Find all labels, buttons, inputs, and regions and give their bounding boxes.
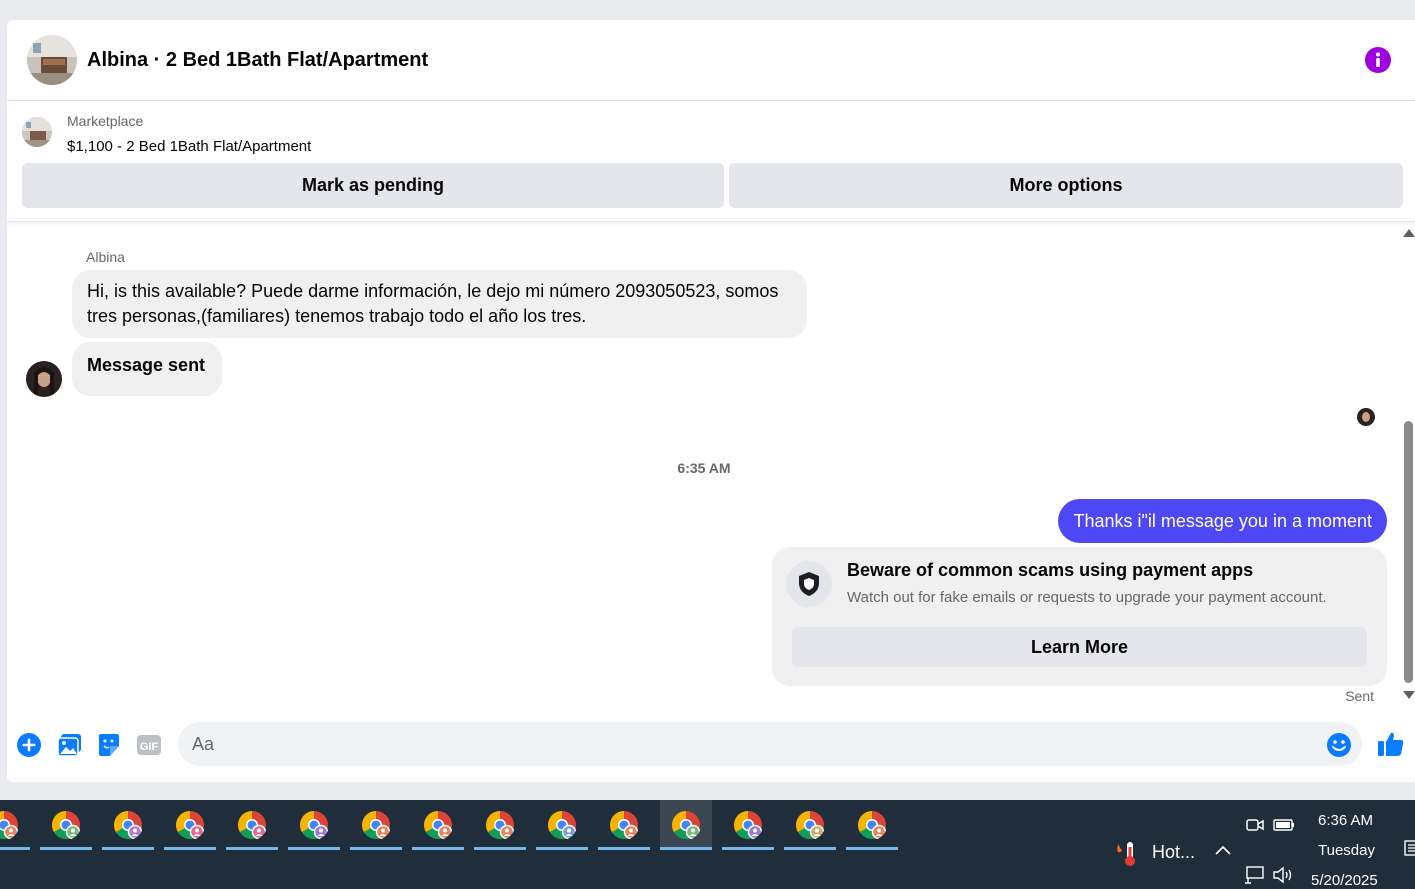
conversation-header: Albina · 2 Bed 1Bath Flat/Apartment: [7, 20, 1415, 101]
running-indicator: [784, 847, 836, 850]
network-icon[interactable]: [1244, 866, 1264, 884]
taskbar-chrome-profile-12[interactable]: [660, 800, 712, 850]
listing-thumbnail[interactable]: [22, 117, 52, 147]
running-indicator: [660, 847, 712, 850]
scam-warning-card: Beware of common scams using payment app…: [772, 547, 1387, 686]
chat-panel: Albina · 2 Bed 1Bath Flat/Apartment Mark…: [7, 20, 1415, 782]
taskbar-chrome-profile-10[interactable]: [536, 800, 588, 850]
chrome-icon: [610, 811, 639, 840]
conversation-title: Albina · 2 Bed 1Bath Flat/Apartment: [87, 49, 429, 71]
taskbar-chrome-profile-7[interactable]: [350, 800, 402, 850]
chrome-icon: [734, 811, 763, 840]
clock-time[interactable]: 6:36 AM: [1318, 812, 1373, 829]
chrome-icon: [0, 811, 19, 840]
chrome-icon: [176, 811, 205, 840]
outgoing-message[interactable]: Thanks i"il message you in a moment: [1058, 499, 1387, 543]
contact-avatar[interactable]: [26, 361, 62, 397]
chrome-icon: [548, 811, 577, 840]
running-indicator: [350, 847, 402, 850]
windows-taskbar: Hot... 6:36 AM Tuesday 5/20/2025: [0, 800, 1415, 889]
battery-icon[interactable]: [1273, 818, 1295, 832]
thumbs-up-icon[interactable]: [1377, 730, 1405, 758]
running-indicator: [164, 847, 216, 850]
scam-warning-heading: Beware of common scams using payment app…: [847, 560, 1254, 580]
running-indicator: [412, 847, 464, 850]
thread-scrollbar[interactable]: [1401, 223, 1415, 703]
taskbar-chrome-profile-8[interactable]: [412, 800, 464, 850]
listing-price-title[interactable]: $1,100 - 2 Bed 1Bath Flat/Apartment: [67, 138, 311, 155]
running-indicator: [226, 847, 278, 850]
running-indicator: [102, 847, 154, 850]
chrome-icon: [238, 811, 267, 840]
gif-label: GIF: [140, 741, 159, 753]
mark-as-pending-button[interactable]: Mark as pending: [22, 163, 724, 208]
taskbar-chrome-profile-6[interactable]: [288, 800, 340, 850]
scroll-up-arrow-icon[interactable]: [1403, 229, 1415, 237]
running-indicator: [536, 847, 588, 850]
scam-warning-body: Watch out for fake emails or requests to…: [847, 589, 1327, 606]
taskbar-chrome-profile-5[interactable]: [226, 800, 278, 850]
chrome-icon: [300, 811, 329, 840]
taskbar-chrome-profile-1[interactable]: [0, 800, 30, 850]
scroll-down-arrow-icon[interactable]: [1403, 691, 1415, 699]
listing-source: Marketplace: [67, 113, 144, 129]
shield-icon: [786, 561, 832, 607]
running-indicator: [0, 847, 30, 850]
scrollbar-thumb[interactable]: [1404, 421, 1413, 683]
weather-label[interactable]: Hot...: [1152, 842, 1195, 863]
chrome-icon: [486, 811, 515, 840]
hot-weather-icon[interactable]: [1113, 838, 1139, 868]
chrome-icon: [796, 811, 825, 840]
taskbar-chrome-profile-15[interactable]: [846, 800, 898, 850]
chrome-icon: [52, 811, 81, 840]
sent-status: Sent: [1345, 688, 1374, 704]
chrome-icon: [362, 811, 391, 840]
message-input-wrap: [178, 722, 1362, 766]
learn-more-button[interactable]: Learn More: [792, 627, 1367, 667]
listing-avatar[interactable]: [27, 35, 77, 85]
chevron-up-icon[interactable]: [1215, 844, 1231, 856]
message-composer: GIF: [7, 720, 1415, 772]
running-indicator: [474, 847, 526, 850]
gif-icon[interactable]: GIF: [136, 732, 162, 758]
sticker-icon[interactable]: [96, 732, 122, 758]
emoji-icon[interactable]: [1326, 732, 1352, 758]
incoming-message[interactable]: Message sent: [72, 342, 222, 396]
seen-indicator-avatar: [1357, 408, 1375, 426]
listing-bar: Marketplace $1,100 - 2 Bed 1Bath Flat/Ap…: [7, 102, 1415, 222]
chrome-icon: [858, 811, 887, 840]
taskbar-chrome-profile-4[interactable]: [164, 800, 216, 850]
clock-day[interactable]: Tuesday: [1318, 842, 1375, 859]
running-indicator: [722, 847, 774, 850]
running-indicator: [846, 847, 898, 850]
taskbar-chrome-profile-9[interactable]: [474, 800, 526, 850]
info-icon[interactable]: [1365, 47, 1391, 73]
chrome-icon: [424, 811, 453, 840]
plus-icon[interactable]: [16, 732, 42, 758]
taskbar-chrome-profile-11[interactable]: [598, 800, 650, 850]
running-indicator: [598, 847, 650, 850]
meet-now-icon[interactable]: [1246, 816, 1264, 834]
photo-icon[interactable]: [57, 732, 83, 758]
sender-name: Albina: [86, 249, 125, 265]
message-input[interactable]: [192, 722, 1312, 766]
taskbar-chrome-profile-14[interactable]: [784, 800, 836, 850]
running-indicator: [288, 847, 340, 850]
more-options-button[interactable]: More options: [729, 163, 1403, 208]
notification-icon[interactable]: [1404, 840, 1415, 856]
taskbar-chrome-profile-13[interactable]: [722, 800, 774, 850]
message-thread: Albina Hi, is this available? Puede darm…: [7, 223, 1401, 718]
incoming-message[interactable]: Hi, is this available? Puede darme infor…: [72, 270, 807, 338]
clock-date[interactable]: 5/20/2025: [1311, 872, 1378, 889]
chrome-icon: [114, 811, 143, 840]
chrome-icon: [672, 811, 701, 840]
taskbar-chrome-profile-2[interactable]: [40, 800, 92, 850]
volume-icon[interactable]: [1272, 866, 1296, 884]
running-indicator: [40, 847, 92, 850]
timestamp-separator: 6:35 AM: [677, 460, 731, 476]
taskbar-chrome-profile-3[interactable]: [102, 800, 154, 850]
